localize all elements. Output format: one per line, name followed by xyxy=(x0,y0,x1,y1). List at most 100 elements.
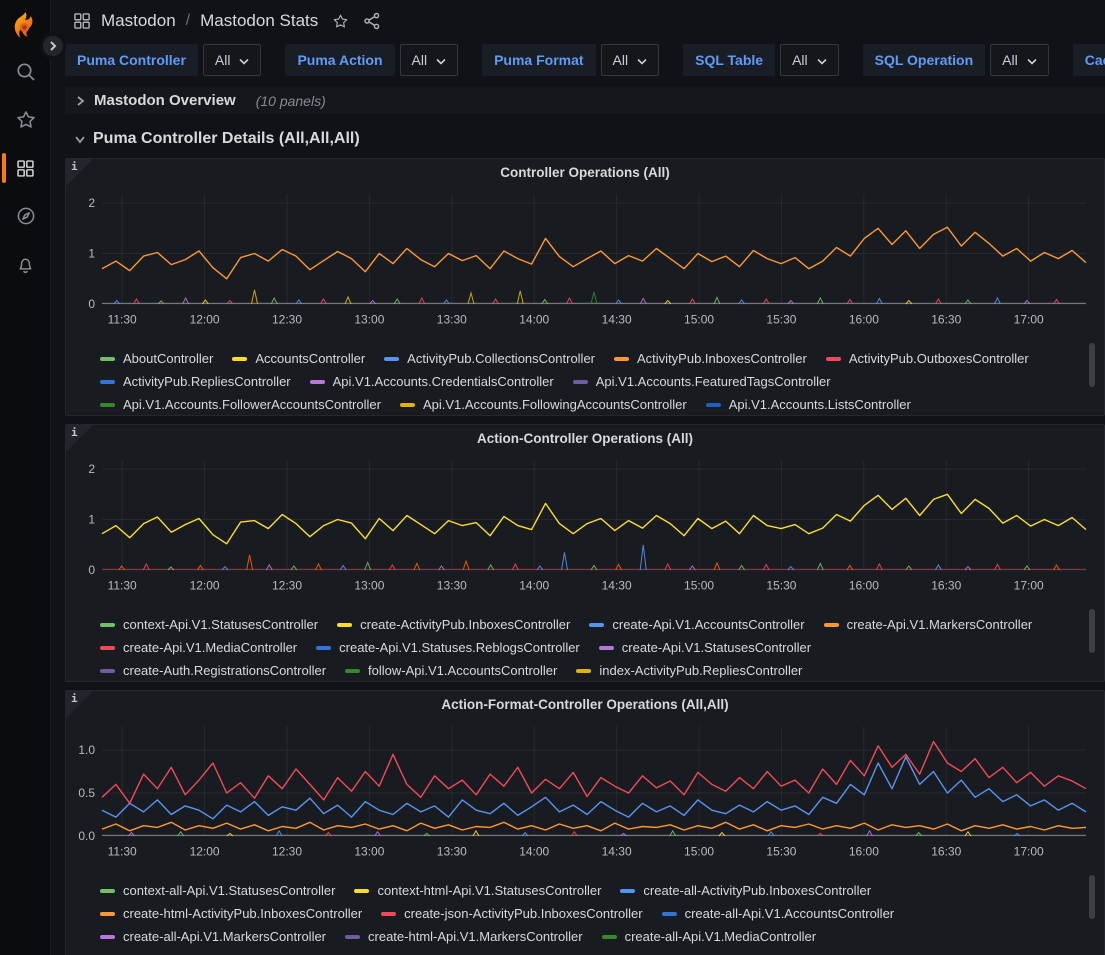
legend-scrollbar[interactable] xyxy=(1089,875,1095,919)
chevron-down-icon xyxy=(74,133,86,145)
legend-label: create-ActivityPub.InboxesController xyxy=(360,617,570,632)
filter-value-dropdown[interactable]: All xyxy=(780,44,839,76)
filter-puma-controller: Puma Controller All xyxy=(65,44,261,76)
filter-label[interactable]: Puma Action xyxy=(285,44,394,76)
legend-item[interactable]: create-all-Api.V1.AccountsController xyxy=(662,906,895,921)
filter-label[interactable]: Puma Controller xyxy=(65,44,198,76)
breadcrumb-section[interactable]: Mastodon xyxy=(101,11,176,31)
row-mastodon-overview[interactable]: Mastodon Overview (10 panels) xyxy=(65,87,1105,114)
legend-item[interactable]: AboutController xyxy=(100,351,213,366)
dashboards-icon[interactable] xyxy=(0,150,51,186)
svg-text:17:00: 17:00 xyxy=(1014,313,1044,327)
legend-label: create-all-Api.V1.MediaController xyxy=(625,929,816,944)
legend-color-dash xyxy=(589,623,604,627)
svg-text:15:00: 15:00 xyxy=(684,313,714,327)
panel-title[interactable]: Controller Operations (All) xyxy=(66,159,1104,180)
legend-item[interactable]: AccountsController xyxy=(232,351,365,366)
legend-item[interactable]: context-all-Api.V1.StatusesController xyxy=(100,883,335,898)
legend-item[interactable]: ActivityPub.RepliesController xyxy=(100,374,291,389)
legend-color-dash xyxy=(706,403,721,407)
filter-puma-format: Puma Format All xyxy=(482,44,659,76)
legend-item[interactable]: create-json-ActivityPub.InboxesControlle… xyxy=(381,906,642,921)
svg-text:13:00: 13:00 xyxy=(354,845,384,859)
svg-text:0.0: 0.0 xyxy=(78,829,95,843)
panel-info-icon[interactable]: i xyxy=(66,425,93,452)
time-series-chart[interactable]: 11:3012:0012:3013:0013:3014:0014:3015:00… xyxy=(66,448,1104,603)
legend-item[interactable]: index-ActivityPub.RepliesController xyxy=(576,663,802,678)
legend-label: create-all-Api.V1.AccountsController xyxy=(685,906,895,921)
svg-text:12:30: 12:30 xyxy=(272,313,302,327)
svg-text:16:00: 16:00 xyxy=(849,579,879,593)
time-series-chart[interactable]: 11:3012:0012:3013:0013:3014:0014:3015:00… xyxy=(66,182,1104,337)
legend-label: ActivityPub.OutboxesController xyxy=(849,351,1029,366)
legend-item[interactable]: Api.V1.Accounts.FollowingAccountsControl… xyxy=(400,397,687,412)
chevron-right-icon xyxy=(74,95,86,107)
svg-text:15:30: 15:30 xyxy=(766,313,796,327)
legend-color-dash xyxy=(100,669,115,673)
legend-item[interactable]: create-Api.V1.Statuses.ReblogsController xyxy=(316,640,580,655)
panel-info-icon[interactable]: i xyxy=(66,691,93,718)
share-dashboard-icon[interactable] xyxy=(363,12,381,30)
legend-scrollbar[interactable] xyxy=(1089,343,1095,387)
filter-value-dropdown[interactable]: All xyxy=(203,44,262,76)
svg-text:14:00: 14:00 xyxy=(519,845,549,859)
legend-color-dash xyxy=(100,889,115,893)
legend-label: create-html-Api.V1.MarkersController xyxy=(368,929,583,944)
row-puma-controller-details[interactable]: Puma Controller Details (All,All,All) xyxy=(65,127,1105,150)
legend-item[interactable]: create-all-ActivityPub.InboxesController xyxy=(620,883,871,898)
panel-title[interactable]: Action-Format-Controller Operations (All… xyxy=(66,691,1104,712)
legend-item[interactable]: Api.V1.Accounts.FollowerAccountsControll… xyxy=(100,397,381,412)
time-series-chart[interactable]: 11:3012:0012:3013:0013:3014:0014:3015:00… xyxy=(66,714,1104,869)
filter-label[interactable]: Cache Operation xyxy=(1073,44,1105,76)
svg-text:0.5: 0.5 xyxy=(78,786,95,800)
star-dashboard-icon[interactable] xyxy=(332,13,349,30)
legend-item[interactable]: create-Api.V1.StatusesController xyxy=(599,640,811,655)
legend-item[interactable]: create-html-ActivityPub.InboxesControlle… xyxy=(100,906,362,921)
sidebar-expand-toggle[interactable] xyxy=(40,33,66,59)
legend-item[interactable]: context-Api.V1.StatusesController xyxy=(100,617,318,632)
legend-item[interactable]: ActivityPub.InboxesController xyxy=(614,351,807,366)
legend-label: AccountsController xyxy=(255,351,365,366)
legend-item[interactable]: create-ActivityPub.InboxesController xyxy=(337,617,570,632)
svg-text:14:30: 14:30 xyxy=(602,579,632,593)
filter-sql-operation: SQL Operation All xyxy=(863,44,1049,76)
starred-icon[interactable] xyxy=(0,102,51,138)
row-title: Mastodon Overview xyxy=(94,92,236,109)
legend-row: create-all-Api.V1.MarkersController creat… xyxy=(100,925,1104,948)
legend-item[interactable]: create-Api.V1.AccountsController xyxy=(589,617,804,632)
legend-item[interactable]: ActivityPub.CollectionsController xyxy=(384,351,595,366)
legend-item[interactable]: Api.V1.Accounts.ListsController xyxy=(706,397,911,412)
svg-text:15:30: 15:30 xyxy=(766,845,796,859)
legend-item[interactable]: ActivityPub.OutboxesController xyxy=(826,351,1029,366)
filter-label[interactable]: Puma Format xyxy=(482,44,595,76)
svg-text:17:00: 17:00 xyxy=(1014,845,1044,859)
panel-info-icon[interactable]: i xyxy=(66,159,93,186)
legend-item[interactable]: create-html-Api.V1.MarkersController xyxy=(345,929,583,944)
svg-text:13:30: 13:30 xyxy=(437,579,467,593)
breadcrumb-page-title[interactable]: Mastodon Stats xyxy=(200,11,318,31)
legend-item[interactable]: create-all-Api.V1.MarkersController xyxy=(100,929,326,944)
svg-text:13:00: 13:00 xyxy=(354,579,384,593)
dashboards-breadcrumb-icon[interactable] xyxy=(72,11,92,31)
panel-title[interactable]: Action-Controller Operations (All) xyxy=(66,425,1104,446)
explore-compass-icon[interactable] xyxy=(0,198,51,234)
legend-item[interactable]: Api.V1.Accounts.FeaturedTagsController xyxy=(573,374,831,389)
filter-value-dropdown[interactable]: All xyxy=(400,44,459,76)
legend-item[interactable]: create-all-Api.V1.MediaController xyxy=(602,929,816,944)
grafana-logo-icon[interactable] xyxy=(10,11,41,42)
legend-item[interactable]: create-Api.V1.MarkersController xyxy=(824,617,1033,632)
legend-color-dash xyxy=(826,357,841,361)
alerting-bell-icon[interactable] xyxy=(0,246,51,282)
filter-value-dropdown[interactable]: All xyxy=(990,44,1049,76)
filter-label[interactable]: SQL Operation xyxy=(863,44,986,76)
filter-label[interactable]: SQL Table xyxy=(683,44,775,76)
legend-item[interactable]: create-Auth.RegistrationsController xyxy=(100,663,326,678)
search-icon[interactable] xyxy=(0,54,51,90)
legend-item[interactable]: Api.V1.Accounts.CredentialsController xyxy=(310,374,554,389)
legend-item[interactable]: follow-Api.V1.AccountsController xyxy=(345,663,557,678)
legend-item[interactable]: context-html-Api.V1.StatusesController xyxy=(354,883,601,898)
legend-item[interactable]: create-Api.V1.MediaController xyxy=(100,640,297,655)
legend-scrollbar[interactable] xyxy=(1089,609,1095,653)
legend-color-dash xyxy=(354,889,369,893)
filter-value-dropdown[interactable]: All xyxy=(601,44,660,76)
